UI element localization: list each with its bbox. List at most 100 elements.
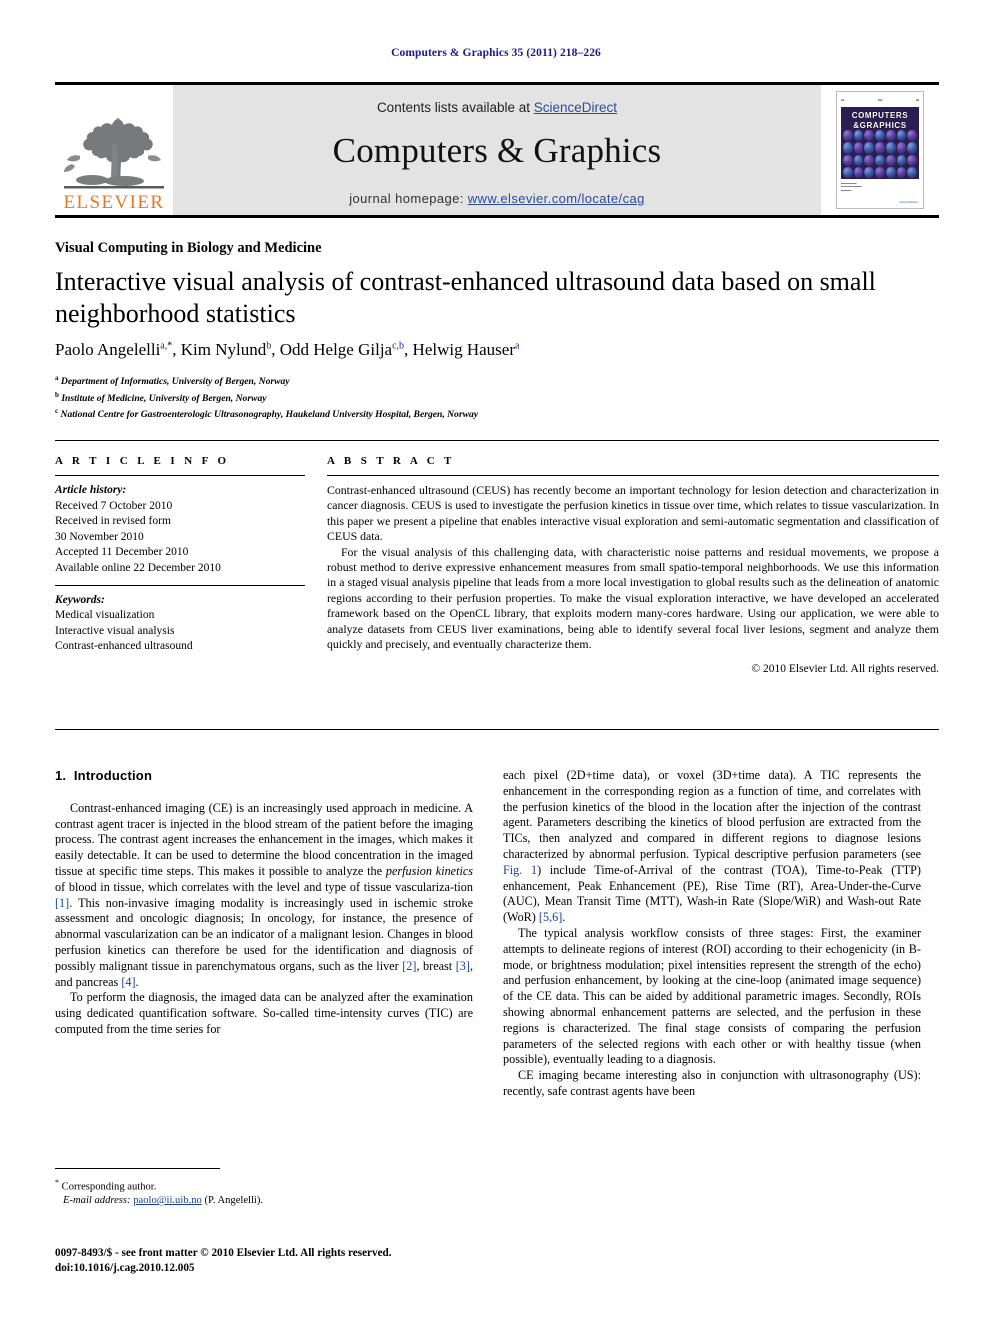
footnote-block: * Corresponding author. E-mail address: … (55, 1176, 475, 1208)
abstract-rule (327, 475, 939, 476)
keyword-item: Contrast-enhanced ultrasound (55, 640, 193, 653)
elsevier-logo: ELSEVIER (55, 85, 173, 215)
article-history-item: Accepted 11 December 2010 (55, 546, 189, 559)
journal-cover-block: ■■ ■■■ ■■ COMPUTERS &GRAPHICS ▬▬▬▬▬▬ ▬▬▬… (821, 85, 939, 215)
footnote-star: * (55, 1178, 59, 1187)
abstract-paragraph: Contrast-enhanced ultrasound (CEUS) has … (327, 483, 939, 544)
cover-title: COMPUTERS &GRAPHICS (841, 111, 919, 131)
footnote-rule (55, 1168, 220, 1169)
running-head: Computers & Graphics 35 (2011) 218–226 (391, 47, 601, 59)
body-column-right: each pixel (2D+time data), or voxel (3D+… (503, 768, 921, 1100)
journal-masthead: ELSEVIER Contents lists available at Sci… (55, 82, 939, 218)
author-affil-mark: c,b (392, 340, 405, 352)
left-column-paragraphs: Contrast-enhanced imaging (CE) is an inc… (55, 801, 473, 1038)
imprint-block: 0097-8493/$ - see front matter © 2010 El… (55, 1246, 555, 1275)
email-link[interactable]: paolo@ii.uib.no (133, 1195, 202, 1206)
email-note: E-mail address: paolo@ii.uib.no (P. Ange… (55, 1194, 475, 1208)
article-history-item: Received 7 October 2010 (55, 499, 173, 512)
email-label: E-mail address: (63, 1195, 131, 1207)
abstract-copyright: © 2010 Elsevier Ltd. All rights reserved… (751, 663, 939, 676)
section-number: 1. (55, 768, 67, 783)
author-name: Odd Helge Gilja (279, 340, 393, 359)
affiliation-mark: c (55, 407, 59, 416)
cover-title-line2: &GRAPHICS (853, 121, 907, 130)
affiliation-item: b Institute of Medicine, University of B… (55, 389, 655, 406)
article-info-heading: A R T I C L E I N F O (55, 455, 230, 467)
author-affil-mark: a (515, 340, 520, 352)
info-band-bottom-rule (55, 729, 939, 730)
citation-link[interactable]: [4] (121, 975, 135, 989)
affiliation-mark: a (55, 374, 59, 382)
homepage-label: journal homepage: (349, 191, 468, 206)
abstract-heading: A B S T R A C T (327, 455, 455, 467)
section-title: Introduction (73, 768, 153, 783)
citation-link[interactable]: [3] (456, 959, 470, 973)
emphasis-text: perfusion kinetics (385, 863, 474, 878)
journal-homepage-link[interactable]: www.elsevier.com/locate/cag (468, 191, 645, 206)
article-history: Article history: Received 7 October 2010… (55, 483, 305, 577)
abstract-column: A B S T R A C T Contrast-enhanced ultras… (327, 455, 939, 675)
corresponding-author-note: * Corresponding author. (55, 1176, 475, 1194)
body-paragraph: The typical analysis workflow consists o… (503, 925, 921, 1067)
affiliation-text: Department of Informatics, University of… (60, 376, 290, 388)
author-name: Helwig Hauser (412, 340, 515, 359)
elsevier-wordmark: ELSEVIER (63, 192, 165, 213)
keywords-label: Keywords: (55, 593, 105, 606)
article-history-item: Received in revised form (55, 515, 171, 528)
cover-sciencedirect-mark: ScienceDirect (899, 200, 918, 204)
contents-available-line: Contents lists available at ScienceDirec… (377, 100, 617, 115)
email-suffix: (P. Angelelli). (204, 1195, 264, 1207)
affiliation-text: National Centre for Gastroenterologic Ul… (60, 409, 479, 421)
journal-homepage-line: journal homepage: www.elsevier.com/locat… (349, 191, 644, 206)
citation-link[interactable]: [2] (402, 959, 416, 973)
body-column-left: 1. Introduction Contrast-enhanced imagin… (55, 768, 473, 1038)
elsevier-tree-icon (62, 104, 166, 192)
affiliation-mark: b (55, 390, 59, 399)
issn-line: 0097-8493/$ - see front matter © 2010 El… (55, 1247, 392, 1259)
article-info-rule (55, 475, 305, 476)
article-page: Computers & Graphics 35 (2011) 218–226 E… (0, 0, 992, 1323)
abstract-body: Contrast-enhanced ultrasound (CEUS) has … (327, 483, 939, 652)
cover-title-line1: COMPUTERS (851, 111, 909, 120)
journal-title: Computers & Graphics (332, 131, 662, 170)
section-heading: 1. Introduction (55, 768, 473, 784)
contents-prefix: Contents lists available at (376, 100, 534, 115)
author-list: Paolo Angelellia,*, Kim Nylundb, Odd Hel… (55, 340, 520, 359)
affiliation-list: a Department of Informatics, University … (55, 372, 655, 422)
abstract-paragraph: For the visual analysis of this challeng… (327, 544, 939, 652)
article-history-item: Available online 22 December 2010 (55, 561, 221, 574)
cover-footer-text: ▬▬▬▬▬▬ ▬▬▬▬▬▬▬▬ ▬▬▬▬ (841, 182, 862, 192)
citation-link[interactable]: [1] (55, 896, 69, 910)
corresponding-author-mark: * (167, 340, 173, 352)
affiliation-text: Institute of Medicine, University of Ber… (61, 392, 267, 404)
keywords-block: Keywords: Medical visualization Interact… (55, 593, 305, 655)
doi-line: doi:10.1016/j.cag.2010.12.005 (55, 1261, 195, 1274)
body-paragraph: CE imaging became interesting also in co… (503, 1068, 921, 1098)
keyword-item: Medical visualization (55, 609, 155, 622)
author-name: Kim Nylund (180, 340, 267, 359)
cover-artwork: COMPUTERS &GRAPHICS (841, 107, 919, 179)
affiliation-item: c National Centre for Gastroenterologic … (55, 405, 655, 422)
author-affil-mark: b (266, 340, 272, 352)
body-paragraph: To perform the diagnosis, the imaged dat… (55, 990, 473, 1036)
masthead-center: Contents lists available at ScienceDirec… (173, 85, 821, 215)
info-band-top-rule (55, 440, 939, 441)
cover-sphere-grid (841, 129, 919, 179)
right-column-paragraphs: each pixel (2D+time data), or voxel (3D+… (503, 768, 921, 1100)
special-section-label: Visual Computing in Biology and Medicine (55, 240, 322, 256)
journal-cover-thumbnail[interactable]: ■■ ■■■ ■■ COMPUTERS &GRAPHICS ▬▬▬▬▬▬ ▬▬▬… (836, 91, 924, 209)
corresponding-author-text: Corresponding author. (61, 1181, 157, 1193)
article-history-item: 30 November 2010 (55, 530, 144, 543)
cover-topbar: ■■ ■■■ ■■ (841, 99, 919, 102)
article-info-separator (55, 584, 305, 586)
article-info-column: A R T I C L E I N F O Article history: R… (55, 455, 305, 655)
page-title: Interactive visual analysis of contrast-… (55, 267, 876, 328)
body-paragraph: each pixel (2D+time data), or voxel (3D+… (503, 768, 921, 925)
article-history-label: Article history: (55, 484, 127, 496)
author-name: Paolo Angelelli (55, 340, 161, 359)
body-paragraph: Contrast-enhanced imaging (CE) is an inc… (55, 800, 474, 989)
citation-link[interactable]: Fig. 1 (503, 863, 537, 877)
keyword-item: Interactive visual analysis (55, 624, 175, 637)
sciencedirect-link[interactable]: ScienceDirect (534, 100, 617, 115)
citation-link[interactable]: [5,6] (539, 910, 562, 924)
